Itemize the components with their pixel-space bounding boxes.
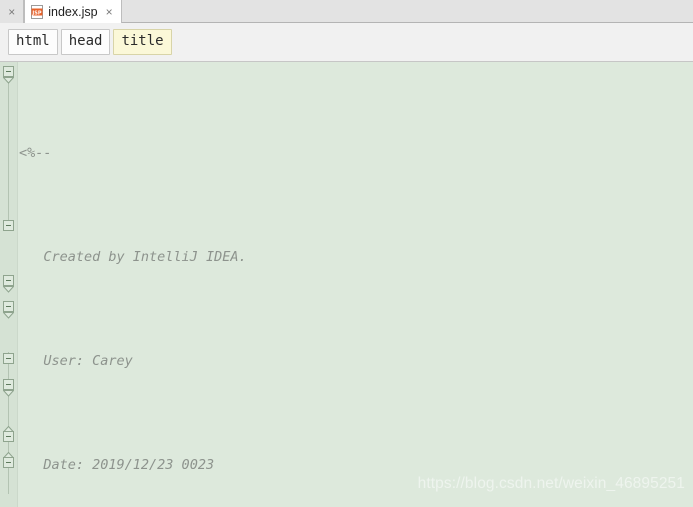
fold-toggle-body-open[interactable]: [3, 379, 14, 390]
close-icon[interactable]: ×: [7, 6, 16, 18]
editor-tab-bar: ml × JSP index.jsp ×: [0, 0, 693, 23]
jsp-file-icon: JSP: [31, 4, 44, 19]
editor-tab-html[interactable]: ml ×: [0, 0, 25, 23]
svg-text:JSP: JSP: [32, 10, 42, 16]
watermark-text: https://blog.csdn.net/weixin_46895251: [417, 475, 685, 492]
fold-arrow-head-open: [3, 312, 14, 319]
breadcrumb: html head title: [0, 23, 693, 62]
jsp-comment-date: Date: 2019/12/23 0023: [43, 457, 215, 473]
code-line-comment-created: Created by IntelliJ IDEA.: [19, 244, 693, 270]
fold-toggle-html-close[interactable]: [3, 457, 14, 468]
idea-editor-window: ml × JSP index.jsp × html head title: [0, 0, 693, 507]
fold-arrow-html-open: [3, 286, 14, 293]
code-editor[interactable]: <%-- Created by IntelliJ IDEA. User: Car…: [0, 62, 693, 507]
close-icon[interactable]: ×: [105, 6, 114, 18]
fold-toggle-comment-close[interactable]: [3, 220, 14, 231]
breadcrumb-item-head[interactable]: head: [60, 29, 111, 55]
fold-toggle-body-close[interactable]: [3, 431, 14, 442]
fold-rail-comment: [8, 72, 9, 227]
fold-arrow-comment-open: [3, 77, 14, 84]
jsp-comment-user: User: Carey: [43, 353, 133, 369]
editor-tab-index-jsp-label: index.jsp: [48, 4, 98, 19]
jsp-comment-open: <%--: [19, 145, 52, 161]
fold-toggle-head-open[interactable]: [3, 301, 14, 312]
fold-rail-html: [8, 352, 9, 494]
code-line-comment-user: User: Carey: [19, 348, 693, 374]
fold-toggle-html-open[interactable]: [3, 275, 14, 286]
fold-toggle-comment-open[interactable]: [3, 66, 14, 77]
fold-arrow-body-open: [3, 390, 14, 397]
breadcrumb-item-title[interactable]: title: [113, 29, 172, 55]
tab-bar-filler: [121, 0, 693, 22]
fold-toggle-head-close[interactable]: [3, 353, 14, 364]
jsp-comment-created: Created by IntelliJ IDEA.: [43, 249, 247, 265]
breadcrumb-item-html[interactable]: html: [8, 29, 58, 55]
editor-tab-index-jsp[interactable]: JSP index.jsp ×: [24, 0, 122, 23]
editor-gutter[interactable]: [0, 62, 18, 507]
code-line-comment-open: <%--: [19, 140, 693, 166]
code-content[interactable]: <%-- Created by IntelliJ IDEA. User: Car…: [19, 62, 693, 507]
